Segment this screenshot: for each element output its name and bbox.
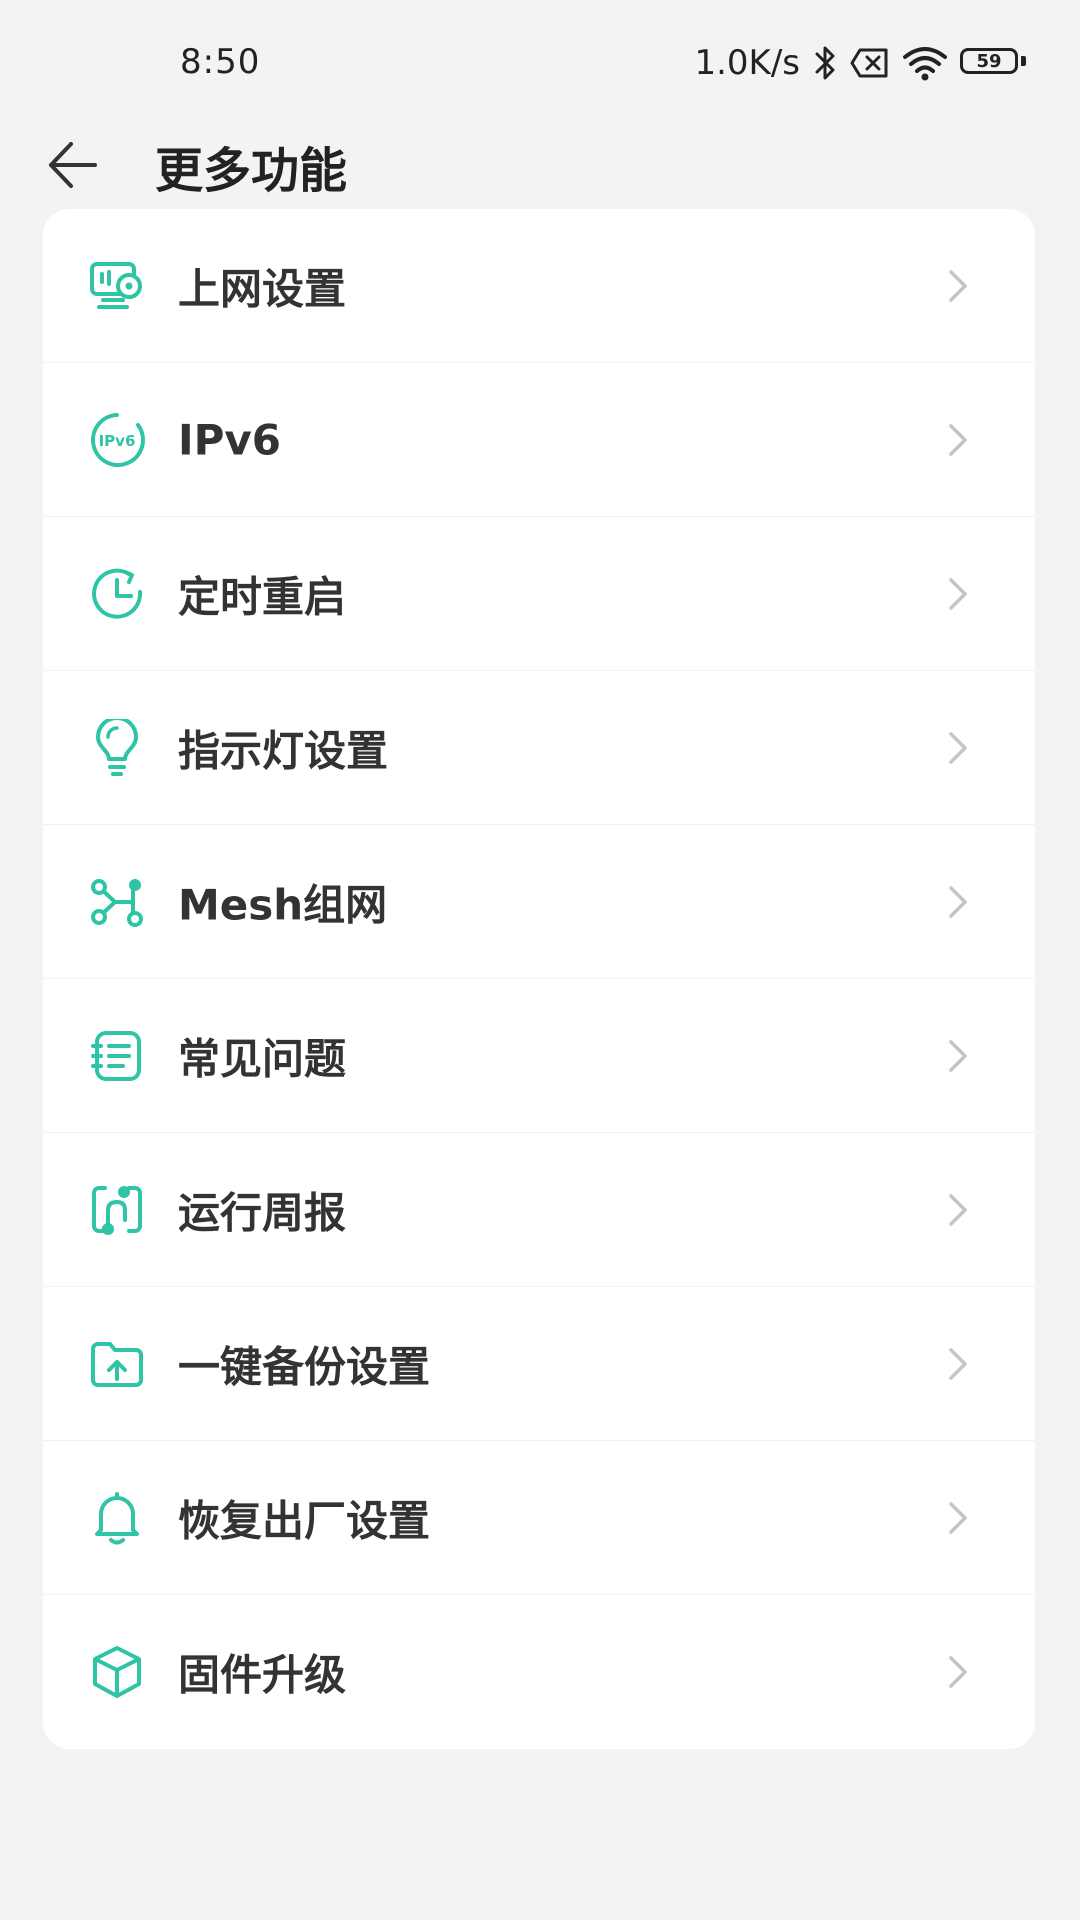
menu-item-faq[interactable]: 常见问题: [43, 979, 1035, 1133]
menu-item-backup[interactable]: 一键备份设置: [43, 1287, 1035, 1441]
network-settings-icon: [88, 257, 146, 315]
timer-restart-icon: [88, 565, 146, 623]
menu-label: 上网设置: [178, 264, 347, 313]
firmware-upgrade-icon: [88, 1643, 146, 1701]
menu-item-ipv6[interactable]: IPv6 IPv6: [43, 363, 1035, 517]
menu-item-indicator-light[interactable]: 指示灯设置: [43, 671, 1035, 825]
menu-item-firmware-upgrade[interactable]: 固件升级: [43, 1595, 1035, 1749]
wifi-icon: [902, 45, 948, 81]
menu-label: 固件升级: [178, 1650, 347, 1700]
chevron-right-icon: [949, 1193, 967, 1226]
menu-label: 指示灯设置: [178, 726, 389, 775]
menu-label: Mesh组网: [178, 880, 388, 929]
chevron-right-icon: [949, 1501, 967, 1534]
indicator-light-icon: [88, 718, 146, 777]
battery-icon: 59: [960, 48, 1026, 78]
menu-label: 恢复出厂设置: [178, 1496, 431, 1545]
chevron-right-icon: [949, 885, 967, 918]
chevron-right-icon: [949, 731, 967, 764]
back-arrow-icon: [49, 142, 97, 188]
back-button[interactable]: [42, 135, 102, 195]
chevron-right-icon: [949, 1039, 967, 1072]
chevron-right-icon: [949, 423, 967, 456]
header: 更多功能: [0, 125, 1080, 205]
menu-label: 运行周报: [178, 1188, 347, 1237]
menu-item-factory-reset[interactable]: 恢复出厂设置: [43, 1441, 1035, 1595]
menu-card: 上网设置 IPv6 IPv6 定时重启 指示灯设置 Mesh组网 常见问题 运行…: [43, 209, 1035, 1749]
menu-label: 常见问题: [178, 1034, 347, 1083]
faq-icon: [88, 1027, 146, 1085]
chevron-right-icon: [949, 1347, 967, 1380]
status-icons: 1.0K/s 59: [694, 38, 1026, 88]
bluetooth-icon: [812, 43, 838, 83]
ipv6-icon: IPv6: [88, 411, 146, 469]
menu-label: 定时重启: [178, 572, 347, 621]
menu-label: 一键备份设置: [178, 1342, 431, 1391]
page-title: 更多功能: [155, 143, 348, 199]
menu-label: IPv6: [178, 415, 282, 464]
status-time: 8:50: [180, 42, 261, 82]
menu-item-mesh[interactable]: Mesh组网: [43, 825, 1035, 979]
chevron-right-icon: [949, 1656, 967, 1688]
battery-level: 59: [960, 48, 1018, 74]
menu-item-network-settings[interactable]: 上网设置: [43, 209, 1035, 363]
menu-item-timer-restart[interactable]: 定时重启: [43, 517, 1035, 671]
network-speed: 1.0K/s: [694, 43, 800, 83]
chevron-right-icon: [949, 577, 967, 610]
menu-item-weekly-report[interactable]: 运行周报: [43, 1133, 1035, 1287]
sim-off-icon: [850, 47, 890, 79]
mesh-network-icon: [88, 873, 146, 931]
svg-text:IPv6: IPv6: [99, 432, 136, 450]
backup-icon: [88, 1335, 146, 1393]
factory-reset-icon: [88, 1489, 146, 1547]
chevron-right-icon: [949, 269, 967, 302]
weekly-report-icon: [88, 1181, 146, 1239]
status-bar: 8:50 1.0K/s 59: [0, 0, 1080, 125]
